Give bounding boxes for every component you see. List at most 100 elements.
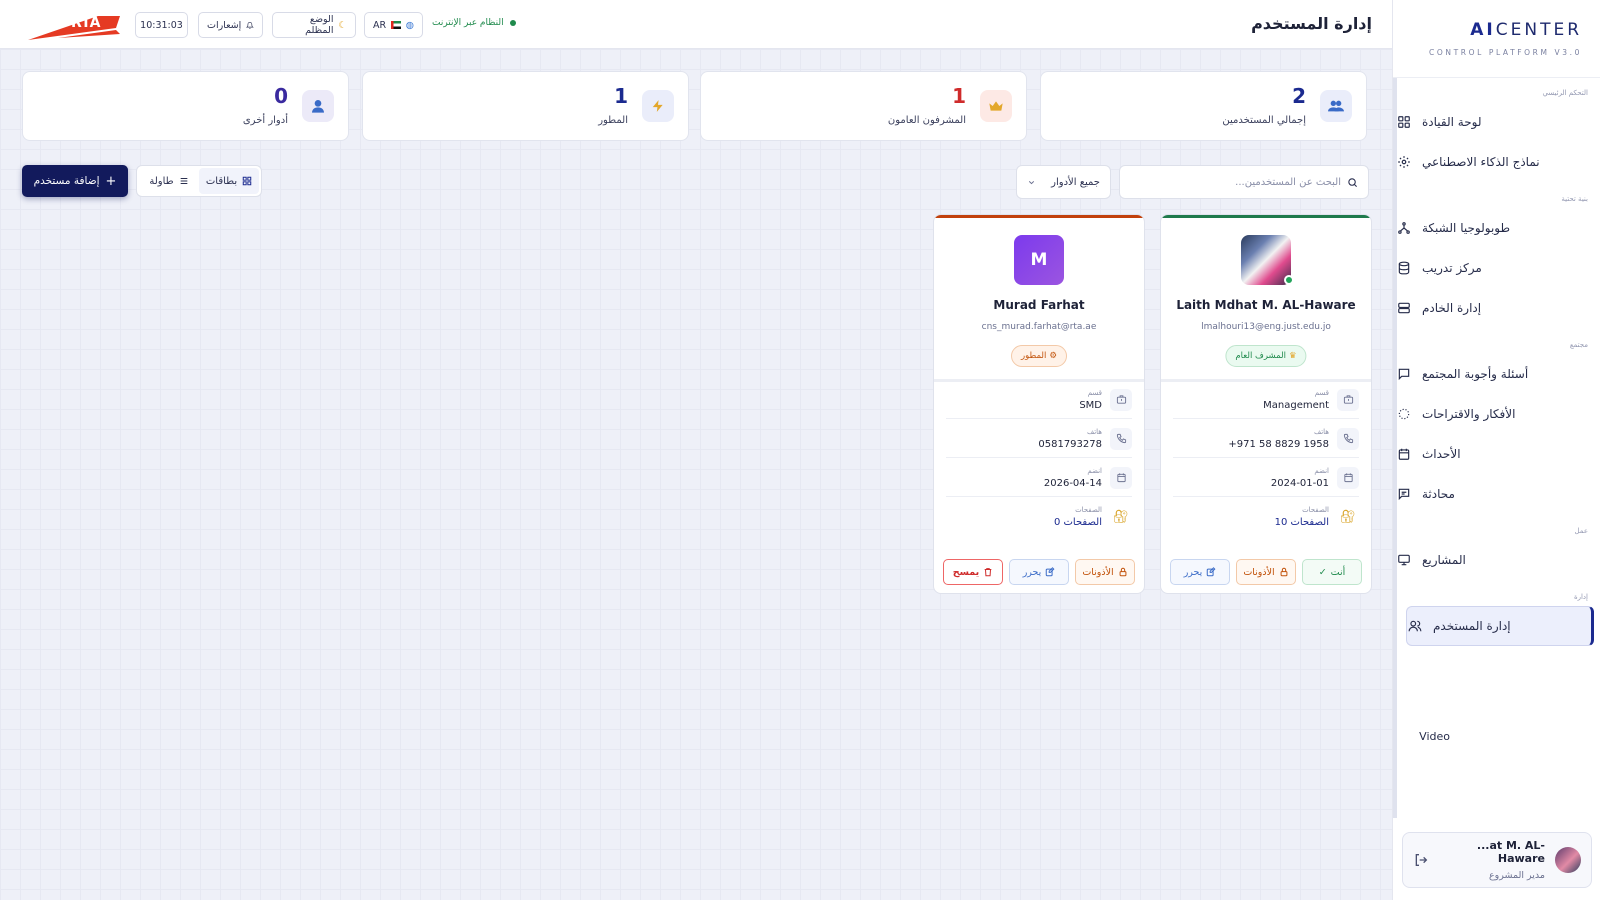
user-card: M Murad Farhat cns_murad.farhat@rta.ae ⚙…: [933, 214, 1145, 594]
sidebar-item-label: نماذج الذكاء الاصطناعي: [1422, 155, 1540, 169]
sidebar-item-community-qa[interactable]: أسئلة وأجوبة المجتمع: [1396, 354, 1600, 394]
stat-total-users: 2 إجمالي المستخدمين: [1040, 71, 1367, 141]
role-badge: ⚙ المطور: [1011, 345, 1067, 367]
stat-value: 0: [274, 84, 288, 108]
notifications-button[interactable]: إشعارات: [198, 12, 263, 38]
search-input[interactable]: [1130, 176, 1341, 188]
dashboard-icon: [1396, 114, 1412, 130]
phone-row: هاتف 0581793278: [946, 420, 1132, 458]
stat-value: 1: [614, 84, 628, 108]
stat-label: المطور: [598, 115, 628, 126]
add-user-button[interactable]: إضافة مستخدم +: [22, 165, 128, 197]
sidebar-video-link[interactable]: Video: [1419, 730, 1450, 743]
pages-label: الصفحات: [1075, 506, 1102, 514]
sidebar-nav: التحكم الرئيسي لوحة القيادة نماذج الذكاء…: [1396, 84, 1600, 646]
department-label: قسم: [1087, 388, 1102, 397]
sidebar-item-dashboard[interactable]: لوحة القيادة: [1396, 102, 1600, 142]
briefcase-icon: [1110, 388, 1132, 411]
user-email: lmalhouri13@eng.just.edu.jo: [1201, 322, 1331, 332]
avatar: [1555, 847, 1581, 873]
current-user-box[interactable]: ...at M. AL-Haware مدير المشروع: [1402, 832, 1592, 888]
permissions-label: الأذونات: [1082, 566, 1114, 578]
sidebar-item-label: أسئلة وأجوبة المجتمع: [1422, 367, 1529, 381]
sidebar-item-network-topology[interactable]: طوبولوجيا الشبكة: [1396, 208, 1600, 248]
role-badge-label: المطور: [1021, 351, 1047, 361]
sidebar-item-chat[interactable]: محادثة: [1396, 474, 1600, 514]
delete-button[interactable]: يمسح: [943, 559, 1003, 585]
briefcase-icon: [1337, 388, 1359, 411]
moon-icon: ☾: [338, 19, 347, 31]
notifications-label: إشعارات: [207, 19, 242, 31]
bolt-icon: [642, 90, 674, 122]
roles-filter-select[interactable]: جميع الأدوار: [1016, 165, 1111, 199]
sidebar: AICENTER CONTROL PLATFORM V3.0 التحكم ال…: [1392, 0, 1600, 900]
stat-super-admins: 1 المشرفون العامون: [700, 71, 1027, 141]
view-table-button[interactable]: طاولة: [139, 168, 199, 194]
rta-logo-text: RTA: [71, 15, 101, 31]
department-value: SMD: [1079, 399, 1102, 411]
dark-mode-button[interactable]: ☾ الوضع المظلم: [272, 12, 356, 38]
stat-label: إجمالي المستخدمين: [1222, 115, 1306, 126]
sidebar-item-ideas[interactable]: الأفكار والاقتراحات: [1396, 394, 1600, 434]
search-box[interactable]: [1119, 165, 1369, 199]
status-dot-icon: [509, 20, 516, 26]
sidebar-item-ai-models[interactable]: نماذج الذكاء الاصطناعي: [1396, 142, 1600, 182]
sidebar-item-label: لوحة القيادة: [1422, 115, 1482, 129]
sidebar-item-training-center[interactable]: مركز تدريب: [1396, 248, 1600, 288]
network-icon: [1396, 220, 1412, 236]
edit-button[interactable]: يحرر: [1009, 559, 1069, 585]
sidebar-item-label: الأفكار والاقتراحات: [1422, 407, 1516, 421]
lock-key-icon: 🔐︎: [1339, 509, 1357, 525]
pages-value: 10 الصفحات: [1274, 517, 1329, 528]
edit-icon: [1046, 567, 1055, 577]
joined-label: انضم: [1314, 466, 1329, 475]
joined-value: 2026-04-14: [1043, 477, 1102, 489]
bell-icon: [246, 21, 254, 29]
language-button[interactable]: ◍ AR: [364, 12, 423, 38]
calendar-icon: [1396, 446, 1412, 462]
database-icon: [1396, 260, 1412, 276]
list-icon: [180, 178, 187, 184]
stat-value: 1: [952, 84, 966, 108]
user-email: cns_murad.farhat@rta.ae: [981, 322, 1097, 332]
logout-icon[interactable]: [1413, 852, 1429, 868]
pages-label: الصفحات: [1302, 506, 1329, 514]
plus-icon: +: [105, 173, 117, 189]
view-toggle: طاولة بطاقات: [136, 165, 262, 197]
view-cards-button[interactable]: بطاقات: [199, 168, 259, 194]
user-name: Laith Mdhat M. AL-Haware: [1176, 298, 1356, 312]
sidebar-item-events[interactable]: الأحداث: [1396, 434, 1600, 474]
delete-label: يمسح: [952, 566, 980, 578]
sidebar-item-server-management[interactable]: إدارة الخادم: [1396, 288, 1600, 328]
lock-icon: [1119, 567, 1127, 577]
brand-header: AICENTER CONTROL PLATFORM V3.0: [1393, 0, 1600, 78]
calendar-icon: [1337, 466, 1359, 489]
card-accent-line: [1161, 215, 1371, 218]
phone-label: هاتف: [1086, 427, 1102, 436]
you-label: أنت: [1330, 566, 1346, 578]
online-indicator: [1284, 275, 1294, 285]
top-bar: RTA 10:31:03 إشعارات ☾ الوضع المظلم ◍ AR…: [0, 0, 1392, 49]
message-icon: [1396, 486, 1412, 502]
permissions-label: الأذونات: [1243, 566, 1275, 578]
nav-section-label: بنية تحتية: [1561, 195, 1588, 203]
user-avatar-initial: M: [1014, 235, 1064, 285]
clock-text: 10:31:03: [140, 19, 183, 31]
sidebar-item-label: إدارة المستخدم: [1433, 619, 1511, 633]
permissions-button[interactable]: الأذونات: [1075, 559, 1135, 585]
pages-value: 0 الصفحات: [1053, 517, 1102, 528]
user-card: Laith Mdhat M. AL-Haware lmalhouri13@eng…: [1160, 214, 1372, 594]
chat-icon: [1396, 366, 1412, 382]
sidebar-item-label: إدارة الخادم: [1422, 301, 1482, 315]
sidebar-item-label: طوبولوجيا الشبكة: [1422, 221, 1511, 235]
permissions-button[interactable]: الأذونات: [1236, 559, 1296, 585]
sidebar-item-projects[interactable]: المشاريع: [1396, 540, 1600, 580]
edit-button[interactable]: يحرر: [1170, 559, 1230, 585]
department-value: Management: [1263, 399, 1329, 411]
sidebar-item-user-management[interactable]: إدارة المستخدم: [1406, 606, 1594, 646]
sidebar-item-label: المشاريع: [1422, 553, 1466, 567]
card-actions: الأذونات يحرر يمسح: [943, 559, 1135, 585]
trash-icon: [984, 568, 992, 577]
search-icon: [1348, 177, 1358, 187]
you-button[interactable]: ✓ أنت: [1302, 559, 1362, 585]
